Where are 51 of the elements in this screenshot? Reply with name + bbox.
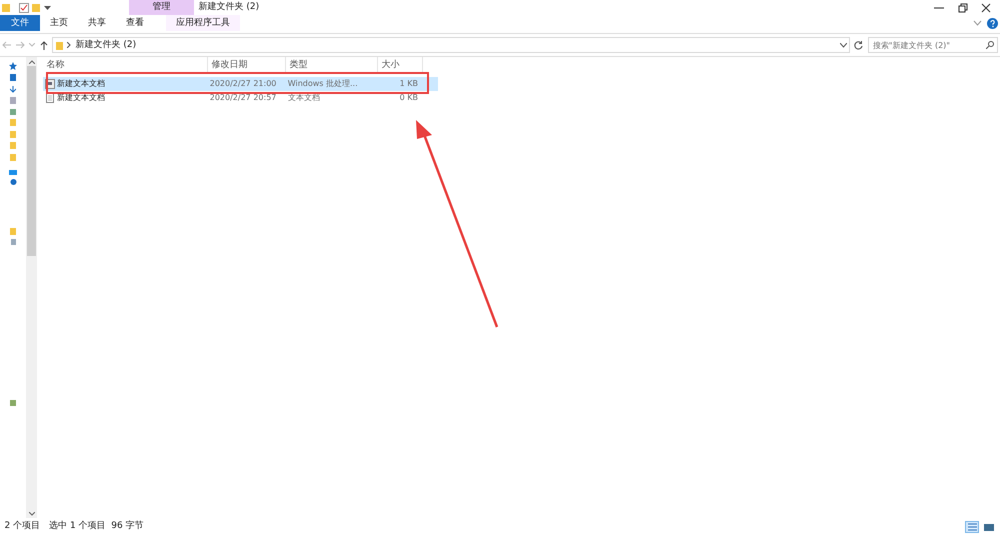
path-text: 新建文件夹 (2) [76,38,136,52]
scrollbar[interactable] [26,57,37,518]
chevron-right-icon [67,42,71,48]
file-name: 新建文本文档 [57,78,105,90]
dropdown-icon[interactable] [44,4,51,10]
folder-icon [56,40,62,50]
download-icon[interactable] [10,86,16,93]
date-cell-text: 2020/2/27 20:57 [208,92,278,104]
star-icon[interactable] [9,62,17,70]
file-row[interactable]: 新建文本文档 2020/2/27 20:57 文本文档 0 KB [42,90,438,104]
selection-info: 选中 1 个项目 96 字节 [49,520,144,534]
column-header[interactable]: 大小 [378,57,422,74]
details-view-button[interactable] [965,521,980,533]
scroll-down-icon[interactable] [28,512,34,516]
file-name: 新建文本文档 [57,92,105,104]
scroll-up-icon[interactable] [28,60,34,64]
chevron-down-icon[interactable] [973,20,982,26]
address-bar[interactable]: 新建文件夹 (2) [52,37,850,54]
up-icon[interactable] [40,40,48,50]
size-cell-text: 0 KB [398,92,419,104]
ribbon-tab[interactable]: 文件 [0,15,40,31]
refresh-icon[interactable] [854,40,864,50]
chevron-down-icon [840,42,846,48]
desktop-icon[interactable] [10,74,16,82]
forward-icon[interactable] [16,41,25,50]
tiles-view-button[interactable] [982,521,996,533]
column-header[interactable]: 类型 [286,57,378,74]
column-header[interactable]: 名称 [42,57,208,74]
item-count: 2 个项目 [4,520,40,534]
date-cell-text: 2020/2/27 21:00 [208,78,278,90]
ribbon-tab[interactable]: 主页 [40,15,78,31]
help-icon[interactable] [986,18,998,28]
scroll-thumb[interactable] [27,66,36,256]
type-cell-text: Windows 批处理... [286,78,359,90]
ribbon-tab[interactable]: 查看 [116,15,154,31]
type-cell-text: 文本文档 [286,92,321,104]
window-title: 新建文件夹 (2) [198,0,260,14]
search-field[interactable]: 搜索"新建文件夹 (2)" [868,37,998,54]
column-header[interactable]: 修改日期 [208,57,286,74]
close-icon[interactable] [981,2,991,12]
file-icon [44,92,55,102]
chevron-down-icon[interactable] [29,43,36,48]
restore-icon[interactable] [958,2,968,12]
context-tab-header: 管理 [129,0,194,15]
ribbon-tab[interactable]: 应用程序工具 [166,15,240,31]
checkbox-icon[interactable] [19,2,30,12]
ribbon-tab[interactable]: 共享 [78,15,116,31]
file-row[interactable]: 新建文本文档 2020/2/27 21:00 Windows 批处理... 1 KB [42,76,438,90]
search-icon [986,41,994,50]
back-icon[interactable] [2,41,12,50]
size-cell-text: 1 KB [398,78,419,90]
